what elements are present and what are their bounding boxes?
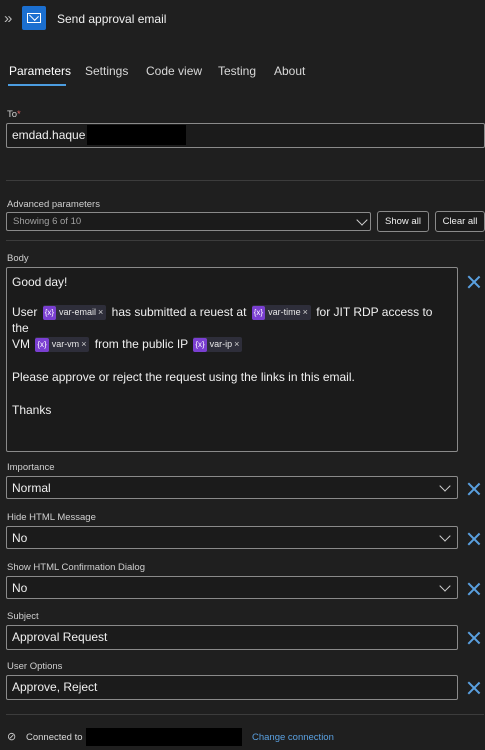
section-divider bbox=[6, 240, 484, 241]
to-input[interactable]: emdad.haque bbox=[6, 123, 485, 148]
tab-bar: Parameters Settings Code view Testing Ab… bbox=[0, 60, 485, 90]
subject-input[interactable]: Approval Request bbox=[6, 625, 458, 650]
subject-label: Subject bbox=[7, 611, 39, 622]
token-var-vm[interactable]: {x} var-vm × bbox=[35, 337, 90, 352]
to-value: emdad.haque bbox=[12, 128, 86, 142]
variable-icon: {x} bbox=[193, 338, 207, 352]
remove-importance-icon[interactable] bbox=[467, 482, 481, 496]
chevron-down-icon bbox=[439, 480, 451, 492]
section-divider bbox=[6, 180, 484, 181]
remove-token-icon: × bbox=[302, 307, 308, 317]
tab-parameters[interactable]: Parameters bbox=[9, 64, 71, 78]
panel-title: Send approval email bbox=[57, 12, 167, 26]
clear-all-button[interactable]: Clear all bbox=[435, 211, 485, 232]
advanced-parameters-select[interactable]: Showing 6 of 10 bbox=[6, 212, 371, 231]
subject-value: Approval Request bbox=[12, 630, 108, 644]
remove-token-icon: × bbox=[98, 307, 104, 317]
body-line: Thanks bbox=[12, 403, 52, 417]
tab-testing[interactable]: Testing bbox=[218, 64, 256, 78]
connection-icon: ⊘ bbox=[7, 731, 17, 743]
user-options-value: Approve, Reject bbox=[12, 680, 98, 694]
body-line: User {x} var-email × has submitted a reues… bbox=[12, 305, 433, 335]
importance-label: Importance bbox=[7, 462, 55, 473]
to-label: To* bbox=[7, 109, 21, 120]
hide-html-value: No bbox=[12, 531, 28, 545]
confirm-dialog-dropdown[interactable]: No bbox=[6, 576, 458, 599]
active-tab-indicator bbox=[8, 84, 66, 86]
redacted-connection bbox=[86, 728, 242, 746]
tab-about[interactable]: About bbox=[274, 64, 305, 78]
remove-token-icon: × bbox=[234, 339, 240, 349]
importance-dropdown[interactable]: Normal bbox=[6, 476, 458, 499]
remove-body-icon[interactable] bbox=[467, 275, 481, 289]
advanced-parameters-label: Advanced parameters bbox=[7, 199, 100, 210]
token-var-email[interactable]: {x} var-email × bbox=[42, 305, 107, 320]
advanced-parameters-value: Showing 6 of 10 bbox=[13, 216, 82, 227]
token-var-ip[interactable]: {x} var-ip × bbox=[193, 337, 243, 352]
remove-hide-html-icon[interactable] bbox=[467, 532, 481, 546]
body-label: Body bbox=[7, 253, 29, 264]
show-all-button[interactable]: Show all bbox=[377, 211, 429, 232]
user-options-label: User Options bbox=[7, 661, 63, 672]
body-editor[interactable]: Good day! User {x} var-email × has submitt… bbox=[6, 267, 458, 452]
chevron-down-icon bbox=[356, 214, 368, 226]
variable-icon: {x} bbox=[42, 306, 57, 320]
confirm-dialog-value: No bbox=[12, 581, 28, 595]
chevron-down-icon bbox=[439, 530, 451, 542]
body-line: Please approve or reject the request usi… bbox=[12, 370, 355, 384]
outlook-mail-icon bbox=[22, 6, 46, 30]
connected-to-label: Connected to bbox=[26, 732, 83, 743]
body-line: Good day! bbox=[12, 275, 68, 289]
importance-value: Normal bbox=[12, 481, 51, 495]
section-divider bbox=[6, 714, 484, 715]
remove-token-icon: × bbox=[81, 339, 87, 349]
variable-icon: {x} bbox=[251, 306, 266, 320]
variable-icon: {x} bbox=[35, 338, 49, 352]
remove-confirm-dialog-icon[interactable] bbox=[467, 582, 481, 596]
redacted-email bbox=[87, 125, 186, 145]
chevron-down-icon bbox=[439, 580, 451, 592]
remove-subject-icon[interactable] bbox=[467, 631, 481, 645]
expand-panel-icon[interactable]: » bbox=[4, 10, 18, 28]
token-var-time[interactable]: {x} var-time × bbox=[251, 305, 311, 320]
confirm-dialog-label: Show HTML Confirmation Dialog bbox=[7, 562, 145, 573]
tab-code-view[interactable]: Code view bbox=[146, 64, 202, 78]
remove-user-options-icon[interactable] bbox=[467, 681, 481, 695]
hide-html-dropdown[interactable]: No bbox=[6, 526, 458, 549]
tab-settings[interactable]: Settings bbox=[85, 64, 128, 78]
body-line: VM {x} var-vm × from the public IP {x} var-… bbox=[12, 336, 452, 352]
user-options-input[interactable]: Approve, Reject bbox=[6, 675, 458, 700]
change-connection-link[interactable]: Change connection bbox=[252, 732, 334, 743]
hide-html-label: Hide HTML Message bbox=[7, 512, 96, 523]
